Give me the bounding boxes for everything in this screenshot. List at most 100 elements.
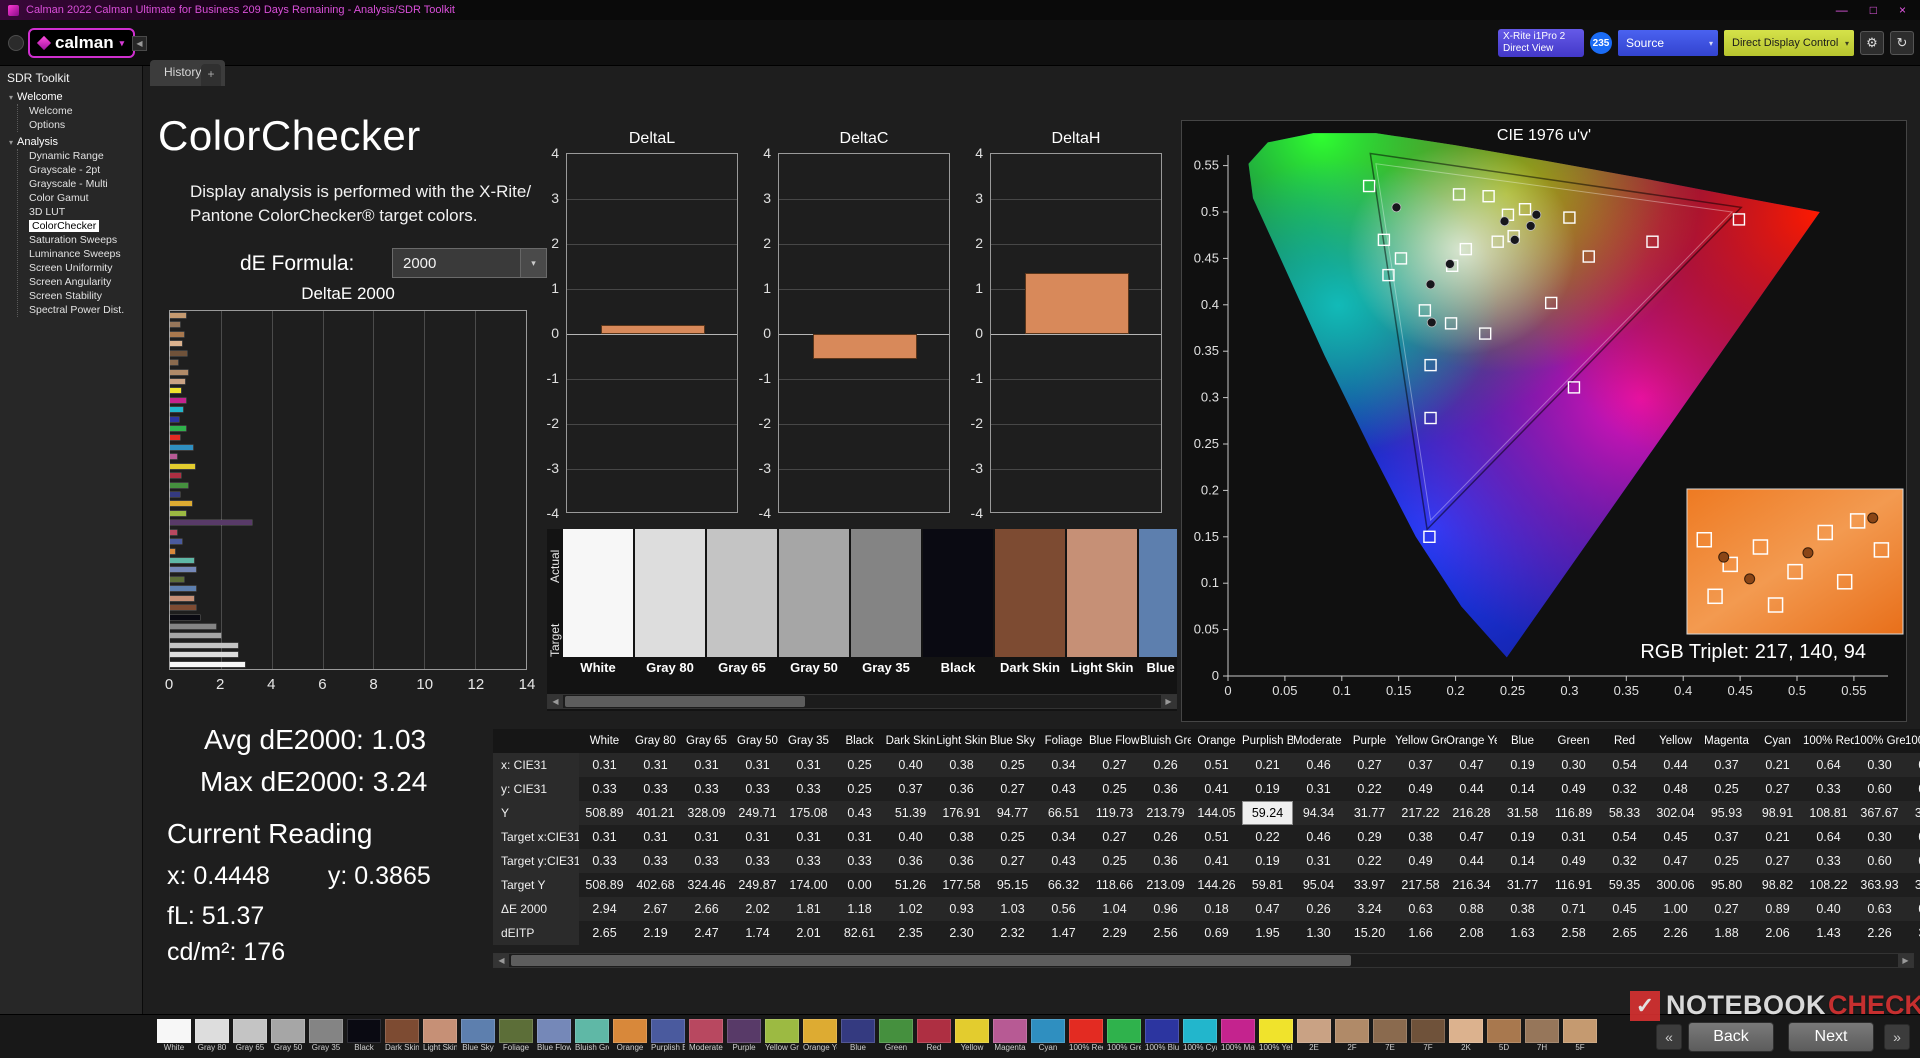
table-cell[interactable]: 0.19 bbox=[1242, 777, 1293, 801]
table-cell[interactable]: 0.47 bbox=[1650, 849, 1701, 873]
table-cell[interactable]: 0.34 bbox=[1038, 825, 1089, 849]
palette-swatch-5f[interactable]: 5F bbox=[1563, 1019, 1597, 1053]
table-cell[interactable]: 0.36 bbox=[885, 849, 936, 873]
palette-swatch-100-yellow[interactable]: 100% Yellow bbox=[1259, 1019, 1293, 1053]
minimize-icon[interactable]: — bbox=[1836, 4, 1848, 16]
table-cell[interactable]: 0.40 bbox=[1803, 897, 1854, 921]
table-cell[interactable]: 95.93 bbox=[1701, 801, 1752, 825]
table-cell[interactable]: 0.26 bbox=[1140, 753, 1191, 777]
palette-swatch-blue[interactable]: Blue bbox=[841, 1019, 875, 1053]
table-cell[interactable]: 1.81 bbox=[783, 897, 834, 921]
table-cell[interactable]: 2.65 bbox=[579, 921, 630, 945]
table-cell[interactable]: 1.30 bbox=[1293, 921, 1344, 945]
source-dropdown[interactable]: Source ▾ bbox=[1618, 30, 1718, 56]
table-cell[interactable]: 302.04 bbox=[1650, 801, 1701, 825]
palette-swatch-red[interactable]: Red bbox=[917, 1019, 951, 1053]
table-cell[interactable]: 0.06 bbox=[1905, 777, 1920, 801]
sidebar-item-saturation-sweeps[interactable]: Saturation Sweeps bbox=[27, 233, 142, 247]
table-cell[interactable]: 0.64 bbox=[1803, 825, 1854, 849]
table-cell[interactable]: 0.43 bbox=[1038, 849, 1089, 873]
table-cell[interactable]: 2.67 bbox=[630, 897, 681, 921]
table-cell[interactable]: 0.26 bbox=[1293, 897, 1344, 921]
table-cell[interactable]: 66.32 bbox=[1038, 873, 1089, 897]
table-cell[interactable]: 0.38 bbox=[1497, 897, 1548, 921]
table-cell[interactable]: 0.27 bbox=[987, 849, 1038, 873]
palette-swatch-7e[interactable]: 7E bbox=[1373, 1019, 1407, 1053]
table-cell[interactable]: 0.18 bbox=[1191, 897, 1242, 921]
table-cell[interactable]: 177.58 bbox=[936, 873, 987, 897]
sidebar-item-screen-uniformity[interactable]: Screen Uniformity bbox=[27, 261, 142, 275]
table-cell[interactable]: 0.36 bbox=[1140, 777, 1191, 801]
table-cell[interactable]: 95.04 bbox=[1293, 873, 1344, 897]
palette-swatch-100-green[interactable]: 100% Green bbox=[1107, 1019, 1141, 1053]
table-cell[interactable]: 0.31 bbox=[783, 825, 834, 849]
table-cell[interactable]: 0.40 bbox=[885, 753, 936, 777]
table-cell[interactable]: 0.33 bbox=[1803, 777, 1854, 801]
table-cell[interactable]: 0.33 bbox=[732, 777, 783, 801]
table-cell[interactable]: 0.88 bbox=[1446, 897, 1497, 921]
table-cell[interactable]: 0.36 bbox=[936, 849, 987, 873]
table-cell[interactable]: 508.89 bbox=[579, 873, 630, 897]
palette-swatch-100-cyan[interactable]: 100% Cyan bbox=[1183, 1019, 1217, 1053]
table-cell[interactable]: 0.49 bbox=[1395, 777, 1446, 801]
table-cell[interactable]: 0.31 bbox=[1293, 849, 1344, 873]
scrollbar-thumb[interactable] bbox=[511, 955, 1351, 966]
table-cell[interactable]: 0.27 bbox=[1089, 753, 1140, 777]
scrollbar-thumb[interactable] bbox=[565, 696, 805, 707]
table-cell[interactable]: 0.30 bbox=[1854, 753, 1905, 777]
table-cell[interactable]: 2.58 bbox=[1548, 921, 1599, 945]
palette-swatch-orange[interactable]: Orange bbox=[613, 1019, 647, 1053]
table-cell[interactable]: 0.33 bbox=[1803, 849, 1854, 873]
palette-swatch-green[interactable]: Green bbox=[879, 1019, 913, 1053]
table-cell[interactable]: 0.89 bbox=[1752, 897, 1803, 921]
palette-swatch-foliage[interactable]: Foliage bbox=[499, 1019, 533, 1053]
table-cell[interactable]: 0.93 bbox=[936, 897, 987, 921]
palette-swatch-5d[interactable]: 5D bbox=[1487, 1019, 1521, 1053]
table-cell[interactable]: 0.21 bbox=[1752, 753, 1803, 777]
table-cell[interactable]: 0.33 bbox=[630, 849, 681, 873]
table-cell[interactable]: 108.81 bbox=[1803, 801, 1854, 825]
table-cell[interactable]: 1.04 bbox=[1089, 897, 1140, 921]
palette-swatch-yellow[interactable]: Yellow bbox=[955, 1019, 989, 1053]
table-cell[interactable]: 0.37 bbox=[1701, 825, 1752, 849]
table-cell[interactable]: 0.60 bbox=[1854, 849, 1905, 873]
table-cell[interactable]: 116.89 bbox=[1548, 801, 1599, 825]
table-cell[interactable]: 108.22 bbox=[1803, 873, 1854, 897]
table-cell[interactable]: 31.77 bbox=[1497, 873, 1548, 897]
table-cell[interactable]: 0.56 bbox=[1038, 897, 1089, 921]
table-cell[interactable]: 0.33 bbox=[783, 777, 834, 801]
palette-swatch-white[interactable]: White bbox=[157, 1019, 191, 1053]
table-cell[interactable]: 0.69 bbox=[1191, 921, 1242, 945]
table-cell[interactable]: 0.25 bbox=[1701, 777, 1752, 801]
table-cell[interactable]: 2.01 bbox=[783, 921, 834, 945]
palette-swatch-blue-flower[interactable]: Blue Flower bbox=[537, 1019, 571, 1053]
table-cell[interactable]: 0.25 bbox=[834, 777, 885, 801]
table-cell[interactable]: 0.22 bbox=[1242, 825, 1293, 849]
table-cell[interactable]: 1.03 bbox=[987, 897, 1038, 921]
table-cell[interactable]: 2.94 bbox=[579, 897, 630, 921]
palette-swatch-gray-65[interactable]: Gray 65 bbox=[233, 1019, 267, 1053]
table-cell[interactable]: 1.47 bbox=[1038, 921, 1089, 945]
sidebar-item-grayscale-multi[interactable]: Grayscale - Multi bbox=[27, 177, 142, 191]
palette-swatch-gray-35[interactable]: Gray 35 bbox=[309, 1019, 343, 1053]
table-cell[interactable]: 0.22 bbox=[1344, 849, 1395, 873]
table-cell[interactable]: 0.30 bbox=[1548, 753, 1599, 777]
palette-swatch-orange-yellow[interactable]: Orange Yellow bbox=[803, 1019, 837, 1053]
table-cell[interactable]: 0.15 bbox=[1905, 825, 1920, 849]
table-cell[interactable]: 2.02 bbox=[732, 897, 783, 921]
table-cell[interactable]: 0.47 bbox=[1242, 897, 1293, 921]
table-cell[interactable]: 0.37 bbox=[1701, 753, 1752, 777]
first-page-button[interactable]: « bbox=[1656, 1024, 1682, 1050]
table-cell[interactable]: 95.15 bbox=[987, 873, 1038, 897]
table-cell[interactable]: 0.31 bbox=[630, 753, 681, 777]
table-cell[interactable]: 0.19 bbox=[1497, 753, 1548, 777]
table-cell[interactable]: 0.27 bbox=[1344, 753, 1395, 777]
table-cell[interactable]: 0.15 bbox=[1905, 753, 1920, 777]
table-cell[interactable]: 0.44 bbox=[1446, 849, 1497, 873]
scroll-right-button[interactable]: ▶ bbox=[1898, 954, 1913, 967]
table-cell[interactable]: 0.32 bbox=[1599, 777, 1650, 801]
table-cell[interactable]: 119.73 bbox=[1089, 801, 1140, 825]
palette-swatch-gray-50[interactable]: Gray 50 bbox=[271, 1019, 305, 1053]
table-cell[interactable]: 402.68 bbox=[630, 873, 681, 897]
table-cell[interactable]: 0.33 bbox=[834, 849, 885, 873]
